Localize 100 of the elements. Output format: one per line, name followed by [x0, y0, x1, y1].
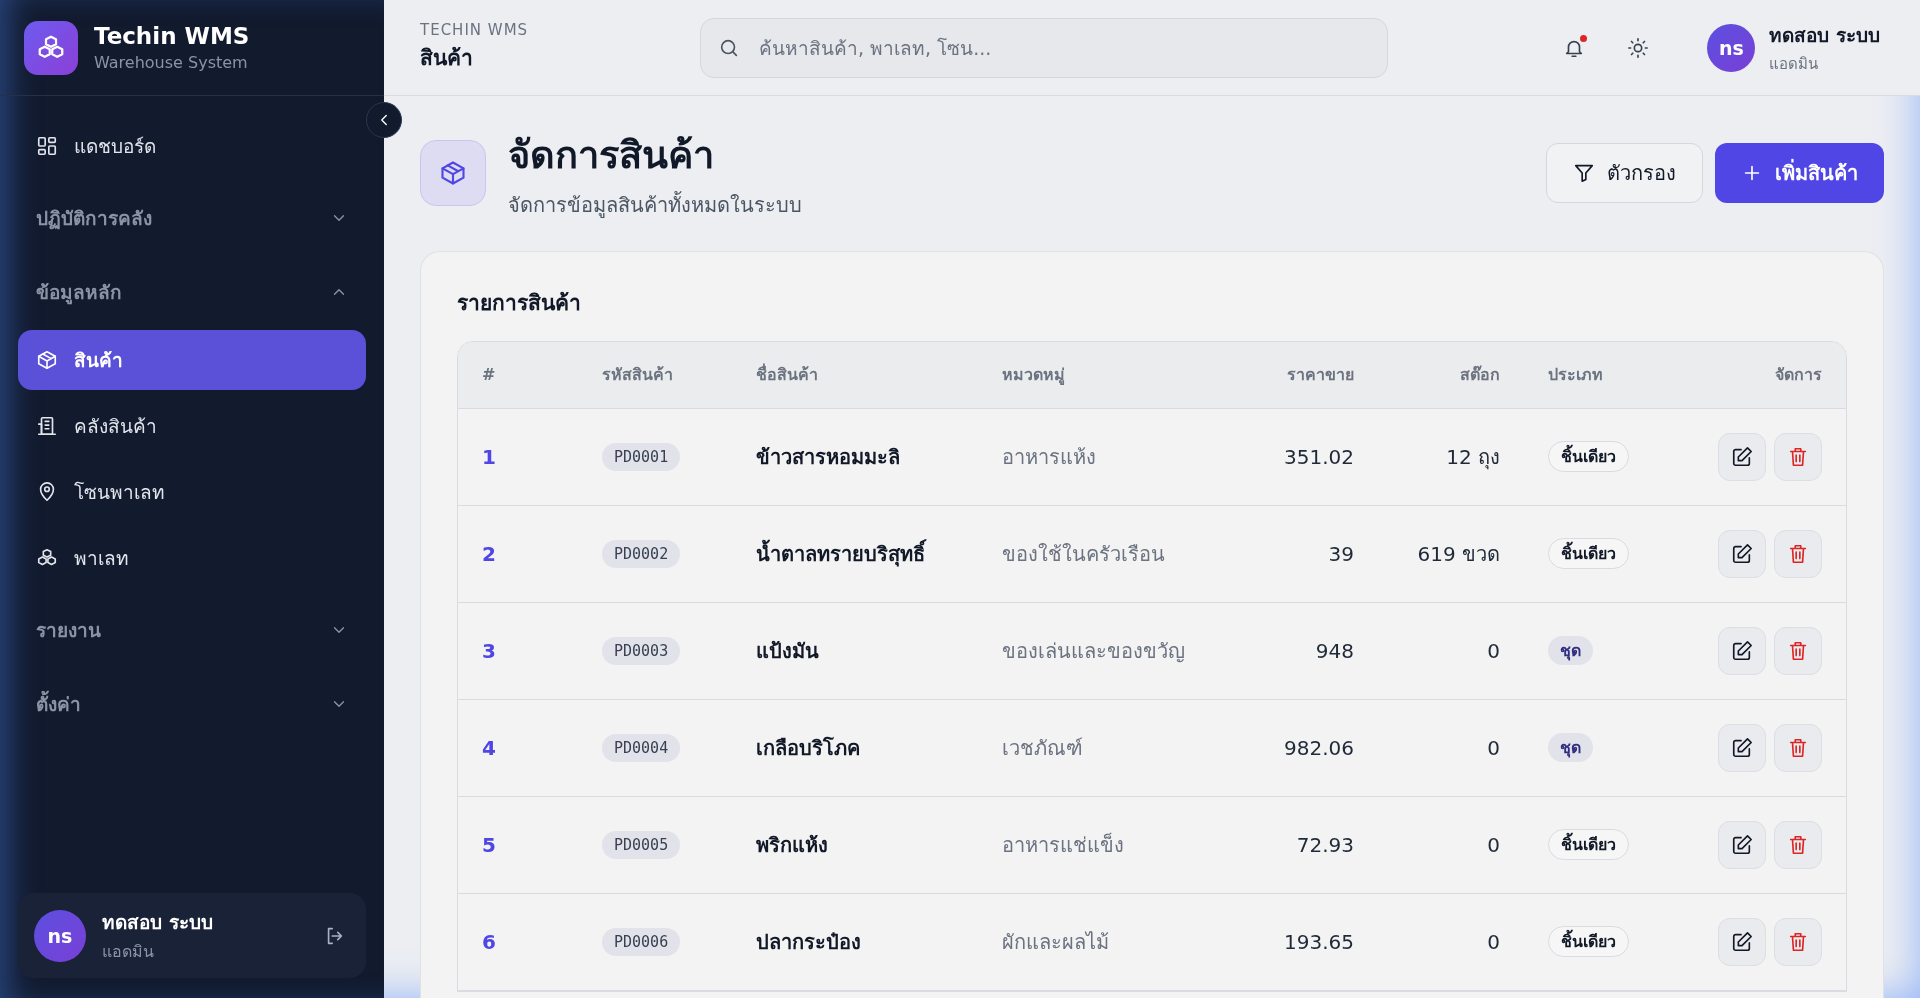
page-title: สินค้า	[420, 45, 474, 72]
type-tag: ชิ้นเดียว	[1548, 538, 1629, 569]
edit-button[interactable]	[1718, 917, 1766, 966]
nav-item[interactable]: แดชบอร์ด	[18, 116, 366, 176]
card-title: รายการสินค้า	[457, 290, 582, 317]
edit-button[interactable]	[1718, 529, 1766, 578]
edit-icon	[1731, 639, 1753, 662]
filter-button[interactable]: ตัวกรอง	[1546, 142, 1703, 203]
price-text: 948	[1315, 638, 1354, 663]
stock-text: 0	[1487, 638, 1500, 663]
nav-item[interactable]: พาเลท	[18, 528, 366, 588]
column-header: #	[458, 342, 578, 408]
user-role: แอดมิน	[102, 941, 155, 963]
category-text: อาหารแห้ง	[1002, 444, 1096, 469]
edit-button[interactable]	[1718, 820, 1766, 869]
product-code-tag: PD0005	[602, 830, 681, 859]
product-name: ข้าวสารหอมมะลิ	[756, 444, 900, 469]
product-code-tag: PD0002	[602, 539, 681, 568]
column-header: จัดการ	[1684, 342, 1846, 408]
stock-text: 0	[1487, 832, 1500, 857]
page-heading: จัดการสินค้า	[508, 132, 715, 179]
type-tag: ชิ้นเดียว	[1548, 441, 1629, 472]
type-tag: ชุด	[1548, 636, 1593, 665]
category-text: อาหารแช่แข็ง	[1002, 832, 1124, 857]
edit-icon	[1731, 736, 1753, 759]
app-subtitle: Warehouse System	[94, 53, 249, 72]
nav-section-toggle[interactable]: ข้อมูลหลัก	[18, 260, 366, 324]
stock-text: 12 ถุง	[1446, 444, 1500, 469]
edit-icon	[1731, 542, 1753, 565]
row-number: 1	[482, 444, 496, 469]
price-text: 72.93	[1296, 832, 1354, 857]
product-code-tag: PD0004	[602, 733, 681, 762]
row-number: 2	[482, 541, 496, 566]
row-number: 4	[482, 735, 496, 760]
stock-text: 619 ขวด	[1417, 541, 1500, 566]
breadcrumb: TECHIN WMS	[420, 21, 530, 39]
product-name: เกลือบริโภค	[756, 735, 860, 760]
price-text: 193.65	[1284, 929, 1354, 954]
nav-section-toggle[interactable]: ปฏิบัติการคลัง	[18, 186, 366, 250]
stock-text: 0	[1487, 929, 1500, 954]
sun-icon	[1627, 36, 1650, 59]
type-tag: ชิ้นเดียว	[1548, 829, 1629, 860]
row-number: 5	[482, 832, 496, 857]
column-header: สต๊อก	[1378, 342, 1524, 408]
search-field[interactable]: ค้นหาสินค้า, พาเลท, โซน...	[700, 17, 1388, 78]
edit-button[interactable]	[1718, 626, 1766, 675]
category-text: ผักและผลไม้	[1002, 929, 1109, 954]
delete-button[interactable]	[1774, 432, 1822, 481]
delete-button[interactable]	[1774, 723, 1822, 772]
user-name: ทดสอบ ระบบ	[102, 910, 214, 935]
trash-icon	[1787, 833, 1809, 856]
edit-icon	[1731, 445, 1753, 468]
delete-button[interactable]	[1774, 529, 1822, 578]
add-button[interactable]: เพิ่มสินค้า	[1715, 142, 1884, 203]
column-header: รหัสสินค้า	[578, 342, 732, 408]
row-number: 3	[482, 638, 496, 663]
product-name: ปลากระป๋อง	[756, 929, 861, 954]
column-header: หมวดหมู่	[978, 342, 1258, 408]
type-tag: ชุด	[1548, 733, 1593, 762]
product-code-tag: PD0001	[602, 442, 681, 471]
column-header: ประเภท	[1524, 342, 1684, 408]
column-header: ราคาขาย	[1258, 342, 1378, 408]
collapse-button[interactable]	[366, 102, 402, 138]
edit-icon	[1731, 930, 1753, 953]
user-avatar: ns	[1707, 23, 1756, 72]
trash-icon	[1787, 639, 1809, 662]
price-text: 351.02	[1284, 444, 1354, 469]
nav-item[interactable]: สินค้า	[18, 330, 366, 390]
nav-item[interactable]: โซนพาเลท	[18, 462, 366, 522]
grid-icon	[36, 135, 58, 157]
stock-text: 0	[1487, 735, 1500, 760]
delete-button[interactable]	[1774, 626, 1822, 675]
delete-button[interactable]	[1774, 917, 1822, 966]
nav-item[interactable]: คลังสินค้า	[18, 396, 366, 456]
nav-section-toggle[interactable]: รายงาน	[18, 598, 366, 662]
building-icon	[36, 415, 58, 437]
trash-icon	[1787, 445, 1809, 468]
edit-icon	[1731, 833, 1753, 856]
user-name: ทดสอบ ระบบ	[1769, 22, 1880, 48]
trash-icon	[1787, 542, 1809, 565]
row-number: 6	[482, 929, 496, 954]
nav-section-toggle[interactable]: ตั้งค่า	[18, 672, 366, 736]
delete-button[interactable]	[1774, 820, 1822, 869]
trash-icon	[1787, 930, 1809, 953]
product-code-tag: PD0006	[602, 927, 681, 956]
edit-button[interactable]	[1718, 723, 1766, 772]
price-text: 39	[1328, 541, 1354, 566]
product-code-tag: PD0003	[602, 636, 681, 665]
category-text: ของใช้ในครัวเรือน	[1002, 541, 1165, 566]
user-role: แอดมิน	[1769, 53, 1820, 75]
product-name: แป้งมัน	[756, 638, 819, 663]
product-name: น้ำตาลทรายบริสุทธิ์	[756, 541, 925, 566]
category-text: เวชภัณฑ์	[1002, 735, 1083, 760]
category-text: ของเล่นและของขวัญ	[1002, 638, 1185, 663]
edit-button[interactable]	[1718, 432, 1766, 481]
app-title: Techin WMS	[94, 23, 250, 49]
user-avatar: ns	[34, 909, 86, 962]
price-text: 982.06	[1284, 735, 1354, 760]
column-header: ชื่อสินค้า	[732, 342, 978, 408]
trash-icon	[1787, 736, 1809, 759]
